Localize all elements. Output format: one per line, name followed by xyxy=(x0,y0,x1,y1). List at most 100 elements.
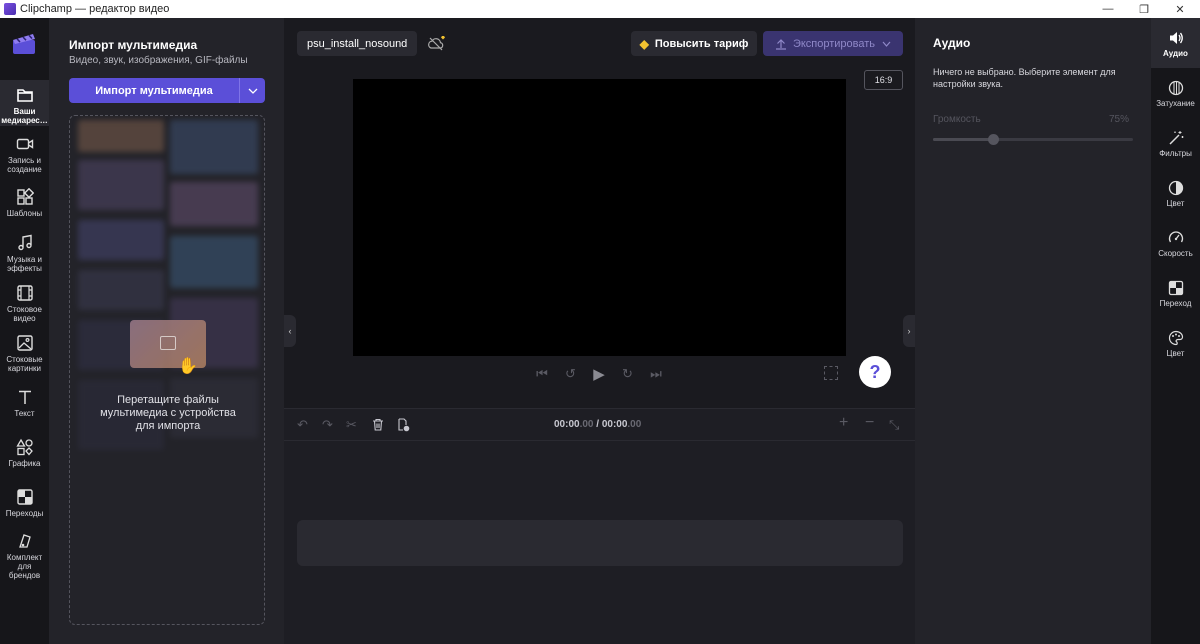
image-icon xyxy=(160,336,176,350)
premium-gem-icon: ◆ xyxy=(639,36,649,51)
scissors-icon[interactable]: ✂ xyxy=(346,417,357,433)
media-panel: Импорт мультимедиа Видео, звук, изображе… xyxy=(49,18,284,644)
nav-brand-kit[interactable]: Комплект для брендов xyxy=(0,532,49,580)
tab-label: Аудио xyxy=(1163,49,1188,58)
nav-label: Комплект для брендов xyxy=(6,553,43,580)
nav-label: Графика xyxy=(8,459,41,468)
blurred-thumbnail xyxy=(170,182,258,226)
playback-controls: ⏮ ↺ ▶ ↻ ⏭ xyxy=(534,364,664,384)
blurred-thumbnail xyxy=(78,220,164,260)
rewind-5s-icon[interactable]: ↺ xyxy=(563,366,579,382)
collapse-left-panel-button[interactable]: ‹ xyxy=(284,315,296,347)
delete-icon[interactable] xyxy=(372,418,384,431)
nav-record-create[interactable]: Запись и создание xyxy=(0,135,49,174)
audio-panel-title: Аудио xyxy=(933,36,971,50)
import-media-button[interactable]: Импорт мультимедиа xyxy=(69,78,239,103)
nav-stock-video[interactable]: Стоковое видео xyxy=(0,284,49,323)
nav-label: Ваши медиарес… xyxy=(1,107,48,125)
upload-icon xyxy=(775,38,786,50)
tab-audio[interactable]: Аудио xyxy=(1151,18,1200,68)
speedometer-icon xyxy=(1168,231,1183,243)
blurred-thumbnail xyxy=(78,160,164,210)
tab-label: Цвет xyxy=(1166,349,1185,358)
timeline: ↶ ↷ ✂ 00:00.00 / 00:00.00 + − ⤡ xyxy=(284,408,915,644)
minimize-button[interactable]: — xyxy=(1090,0,1126,18)
collapse-right-panel-button[interactable]: › xyxy=(903,315,915,347)
fit-timeline-icon[interactable]: ⤡ xyxy=(889,417,899,433)
music-icon xyxy=(17,234,32,251)
redo-icon[interactable]: ↷ xyxy=(322,417,333,433)
nav-label: Текст xyxy=(14,409,35,418)
forward-5s-icon[interactable]: ↻ xyxy=(620,366,636,382)
transitions-icon xyxy=(16,489,33,505)
close-button[interactable]: ✕ xyxy=(1162,0,1198,18)
time-separator: / xyxy=(593,419,602,430)
zoom-in-icon[interactable]: + xyxy=(839,414,848,432)
play-icon[interactable]: ▶ xyxy=(591,365,607,383)
blurred-thumbnail xyxy=(78,120,164,152)
add-clip-icon[interactable] xyxy=(397,418,410,432)
nav-your-media[interactable]: Ваши медиарес… xyxy=(0,80,49,126)
current-time-fraction: .00 xyxy=(579,419,594,430)
image-icon xyxy=(16,335,33,351)
import-media-button-group: Импорт мультимедиа xyxy=(69,78,265,103)
nav-templates[interactable]: Шаблоны xyxy=(0,188,49,218)
tab-label: Цвет xyxy=(1166,199,1185,208)
media-panel-title: Импорт мультимедиа xyxy=(69,38,198,52)
tab-speed[interactable]: Скорость xyxy=(1151,230,1200,258)
upgrade-plan-button[interactable]: ◆ Повысить тариф xyxy=(631,31,757,56)
transition-icon xyxy=(1168,280,1183,296)
volume-label: Громкость xyxy=(933,114,981,125)
tab-label: Фильтры xyxy=(1159,149,1192,158)
camera-icon xyxy=(16,138,33,150)
project-name-field[interactable]: psu_install_nosound xyxy=(297,31,418,56)
window-titlebar: Clipchamp — редактор видео — ❐ ✕ xyxy=(0,0,1200,18)
tab-transition[interactable]: Переход xyxy=(1151,280,1200,308)
chevron-down-icon xyxy=(248,88,257,94)
nav-text[interactable]: Текст xyxy=(0,388,49,418)
cloud-off-icon[interactable] xyxy=(427,35,447,53)
nav-label: Шаблоны xyxy=(6,209,43,218)
contrast-icon xyxy=(1168,180,1183,196)
volume-slider[interactable] xyxy=(933,134,1133,145)
timeline-toolbar: ↶ ↷ ✂ 00:00.00 / 00:00.00 + − ⤡ xyxy=(284,409,915,441)
tab-label: Переход xyxy=(1159,299,1192,308)
media-drop-zone[interactable]: ✋ Перетащите файлы мультимедиа с устройс… xyxy=(69,115,265,625)
current-time: 00:00 xyxy=(554,419,580,430)
tab-label: Скорость xyxy=(1158,249,1193,258)
nav-stock-images[interactable]: Стоковые картинки xyxy=(0,334,49,373)
volume-slider-fill xyxy=(933,138,993,141)
video-preview-canvas xyxy=(353,79,846,356)
fade-icon xyxy=(1168,80,1183,96)
tab-fade[interactable]: Затухание xyxy=(1151,80,1200,108)
export-button[interactable]: Экспортировать xyxy=(763,31,903,56)
zoom-out-icon[interactable]: − xyxy=(865,414,874,432)
import-dropdown-button[interactable] xyxy=(240,78,265,103)
left-navigation: Ваши медиарес… Запись и создание Шаблоны… xyxy=(0,18,49,644)
help-button[interactable]: ? xyxy=(859,356,891,388)
nav-music-effects[interactable]: Музыка и эффекты xyxy=(0,234,49,273)
maximize-button[interactable]: ❐ xyxy=(1126,0,1162,18)
aspect-ratio-button[interactable]: 16:9 xyxy=(864,70,903,90)
tab-color[interactable]: Цвет xyxy=(1151,180,1200,208)
tab-filters[interactable]: Фильтры xyxy=(1151,130,1200,158)
skip-to-start-icon[interactable]: ⏮ xyxy=(534,366,550,382)
nav-graphics[interactable]: Графика xyxy=(0,438,49,468)
timecode: 00:00.00 / 00:00.00 xyxy=(554,419,641,430)
nav-label: Стоковые картинки xyxy=(6,355,43,373)
blurred-thumbnail xyxy=(170,120,258,174)
tab-color-palette[interactable]: Цвет xyxy=(1151,330,1200,358)
timeline-track[interactable] xyxy=(297,520,903,566)
volume-slider-thumb[interactable] xyxy=(988,134,999,145)
nav-label: Стоковое видео xyxy=(7,305,42,323)
nav-transitions[interactable]: Переходы xyxy=(0,488,49,518)
clipchamp-logo-icon xyxy=(13,34,35,54)
undo-icon[interactable]: ↶ xyxy=(297,417,308,433)
speaker-icon xyxy=(1169,32,1183,44)
upgrade-label: Повысить тариф xyxy=(654,37,749,50)
brand-kit-icon xyxy=(18,534,31,548)
window-title: Clipchamp — редактор видео xyxy=(20,3,170,15)
skip-to-end-icon[interactable]: ⏭ xyxy=(648,366,664,382)
film-icon xyxy=(16,285,33,301)
fullscreen-icon[interactable] xyxy=(824,366,838,380)
